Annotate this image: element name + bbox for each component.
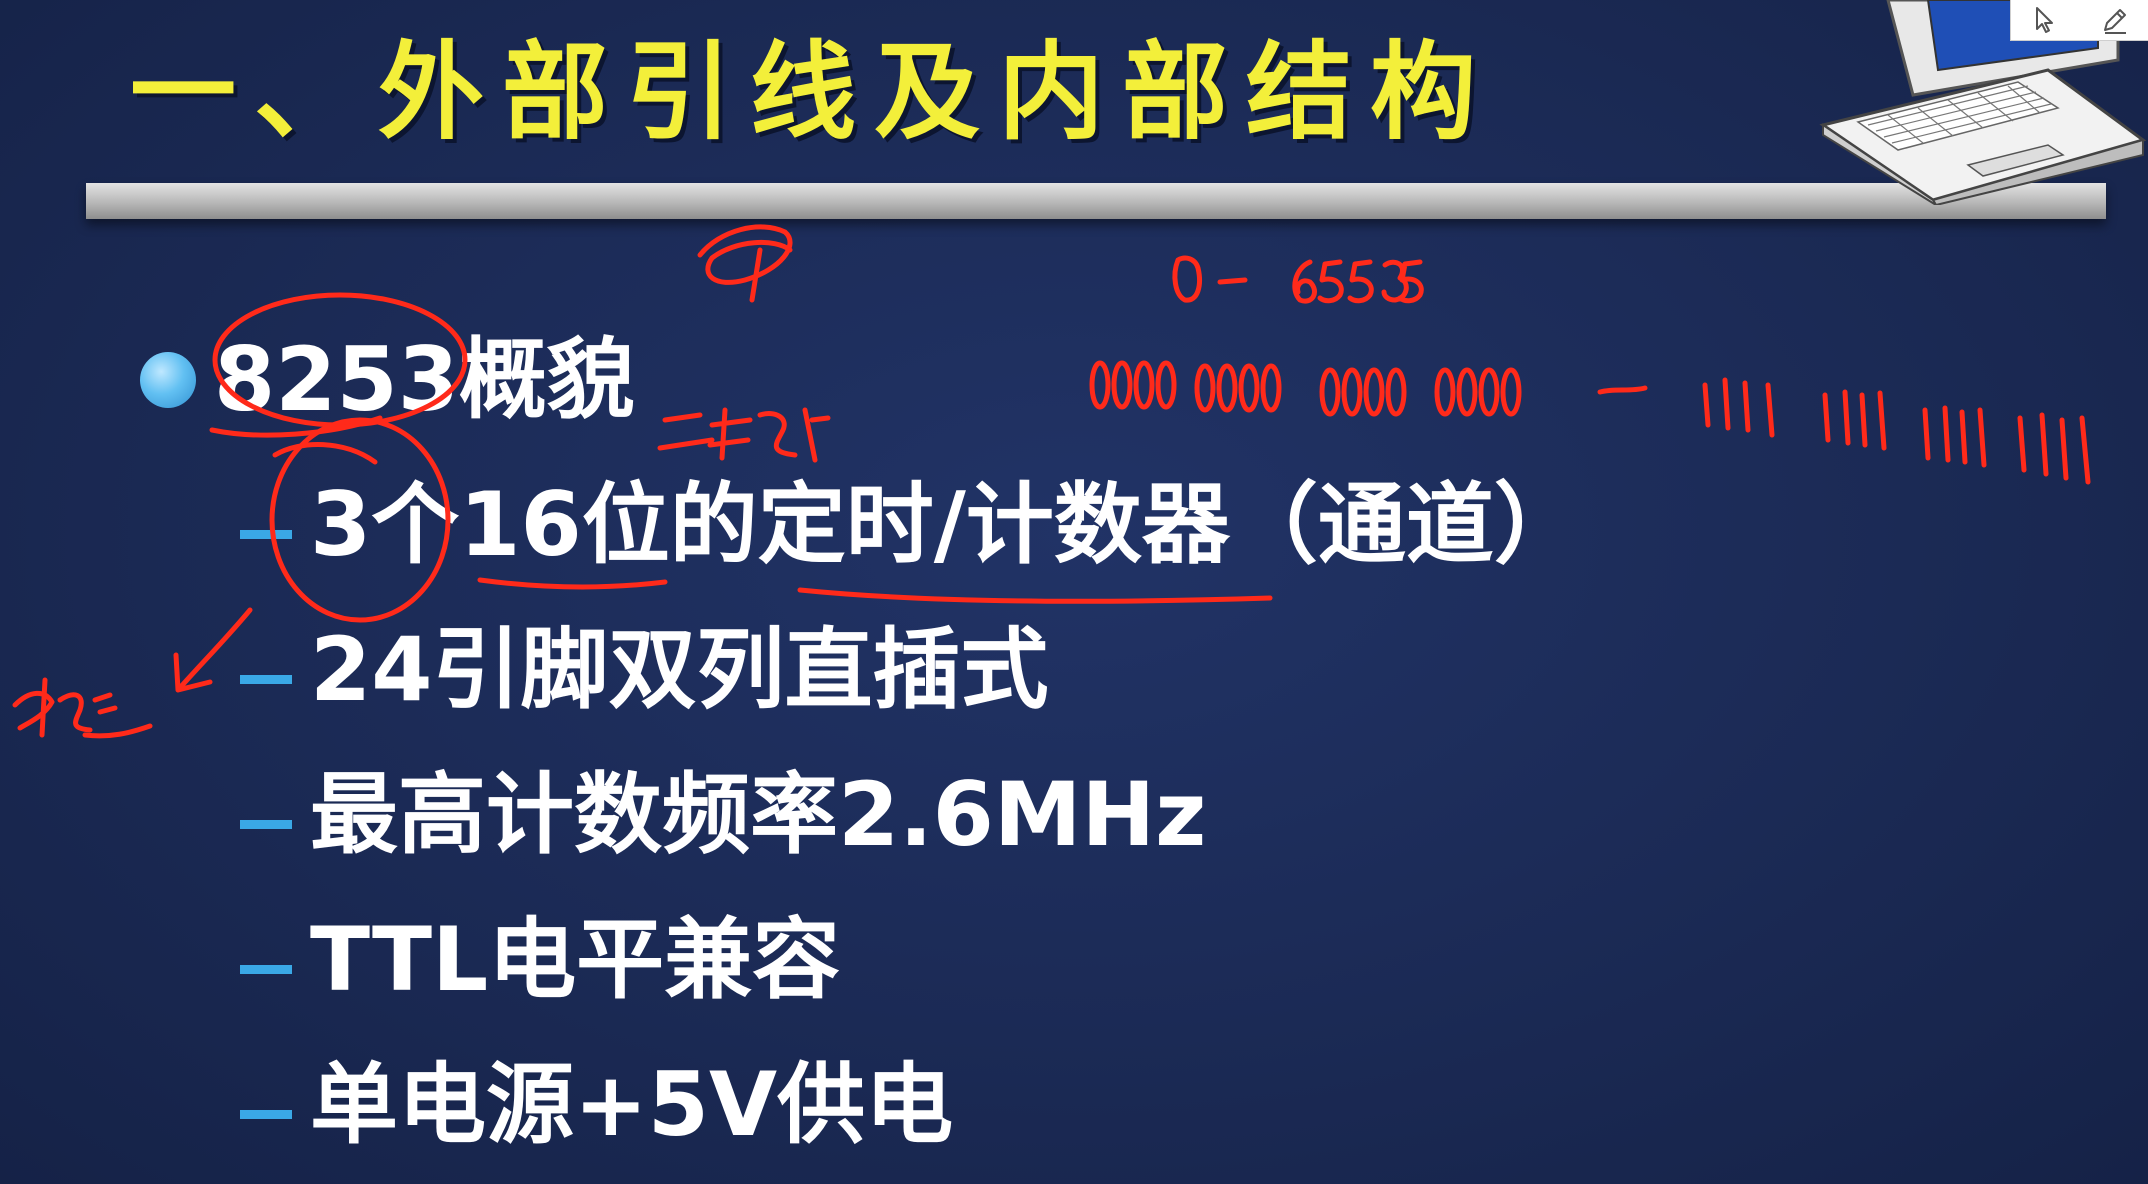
bullet-item-overview: 8253概貌 — [140, 320, 635, 440]
ink-range-65535 — [1292, 259, 1424, 304]
ink-arrow — [173, 607, 253, 693]
dash-icon — [240, 529, 292, 539]
sub-item-frequency: 最高计数频率2.6MHz — [240, 755, 1206, 875]
dash-icon — [240, 819, 292, 829]
sub-item-power: 单电源+5V供电 — [240, 1045, 953, 1165]
dash-icon — [240, 674, 292, 684]
ink-binary-note — [657, 407, 831, 463]
pointer-icon — [2035, 7, 2053, 33]
pointer-tool-button[interactable] — [2024, 2, 2068, 38]
sub-item-label: 24引脚双列直插式 — [310, 618, 1049, 721]
presentation-slide: 一、外部引线及内部结构 8253概貌 3个16位的定时/计数器（通道） 24引脚… — [0, 0, 2148, 1184]
pen-tool-button[interactable] — [2093, 2, 2137, 38]
bullet-label: 8253概貌 — [214, 328, 635, 431]
ink-underline-counter — [797, 587, 1273, 604]
dash-icon — [240, 964, 292, 974]
dash-icon — [240, 1109, 292, 1119]
sub-item-label: 最高计数频率2.6MHz — [310, 763, 1207, 866]
bullet-dot-icon — [140, 352, 196, 408]
sub-item-label: 单电源+5V供电 — [310, 1053, 954, 1156]
sub-item-label: 3个16位的定时/计数器（通道） — [310, 473, 1582, 576]
sub-item-pins: 24引脚双列直插式 — [240, 610, 1048, 730]
ink-left-word — [12, 677, 153, 739]
ink-zeros-row — [1089, 360, 1522, 417]
annotation-toolbar — [2010, 0, 2148, 41]
ink-scribble — [697, 224, 793, 303]
sub-item-ttl: TTL电平兼容 — [240, 900, 840, 1020]
ink-stroke — [272, 442, 378, 465]
title-divider-bar — [86, 183, 2106, 219]
slide-title: 一、外部引线及内部结构 — [130, 31, 1494, 154]
ink-ones-row — [1702, 377, 2091, 485]
sub-item-label: TTL电平兼容 — [310, 908, 841, 1011]
pen-icon — [2103, 9, 2126, 34]
ink-range-dash — [1217, 277, 1248, 285]
ink-range-tilde — [1597, 385, 1648, 395]
ink-range-zero — [1172, 255, 1202, 303]
sub-item-channels: 3个16位的定时/计数器（通道） — [240, 465, 1582, 585]
